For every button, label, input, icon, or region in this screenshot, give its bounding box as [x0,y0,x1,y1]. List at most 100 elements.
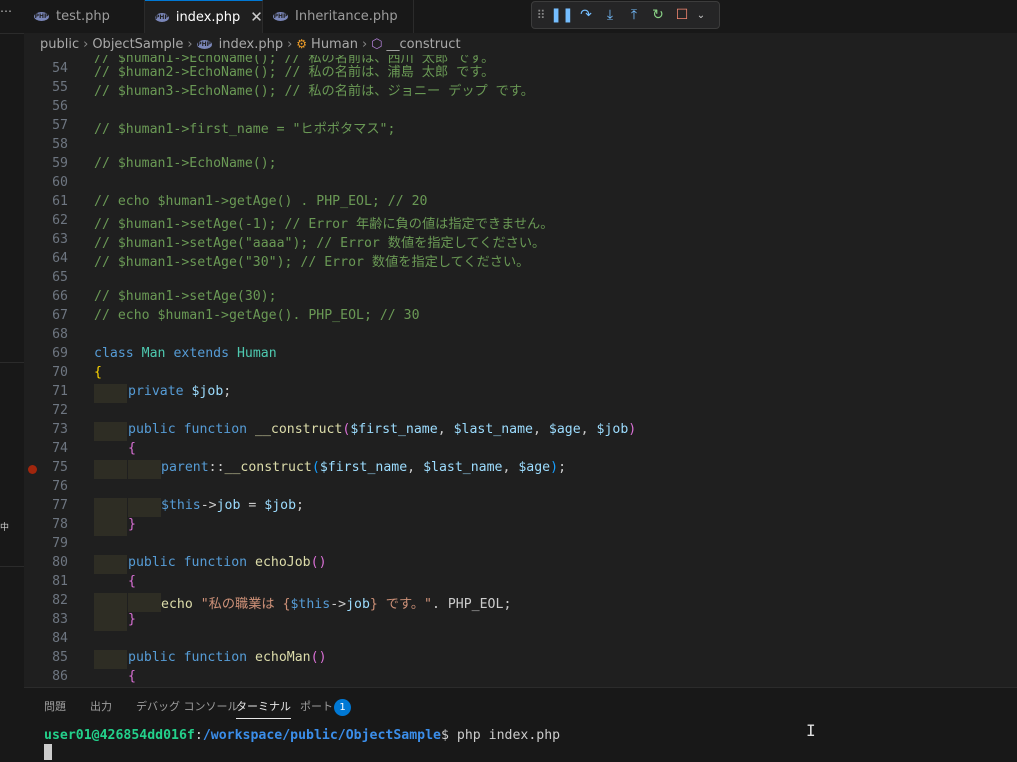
code-text: // $human1->setAge(-1); // Error 年齢に負の値は… [94,217,554,232]
indent-guide [128,593,161,612]
chevron-right-icon: › [361,36,368,52]
token-variable: $age [518,460,551,475]
terminal-prompt-line[interactable]: user01@426854dd016f:/workspace/public/Ob… [44,728,560,743]
chevron-down-icon[interactable]: ⌄ [694,3,708,27]
stop-icon[interactable]: ☐ [670,3,694,27]
code-line: 73 public function __construct($first_nam… [24,422,1017,441]
token-punct: -> [330,597,347,612]
code-line: 70 { [24,365,1017,384]
tab-problems[interactable]: 問題 [44,698,66,714]
terminal-command: php index.php [456,728,561,743]
token-variable: $job [596,422,629,437]
code-text: public function echoJob() [128,555,327,570]
token-keyword: extends [173,346,230,361]
class-symbol-icon: ⚙ [296,37,308,51]
code-line: 83} [24,612,1017,631]
token-brace: { [128,441,136,456]
code-line: 66 // $human1->setAge(30); [24,289,1017,308]
line-number: 82 [52,593,68,608]
indent-guide [128,460,161,479]
tab-ports[interactable]: ポート [300,698,333,714]
breadcrumb-method[interactable]: __construct [387,37,461,52]
line-number: 85 [52,650,68,665]
token-keyword: public function [128,555,248,570]
close-icon[interactable]: ✕ [250,8,263,26]
method-cube-icon: ⬡ [371,36,383,52]
line-number: 58 [52,137,68,152]
tab-output[interactable]: 出力 [90,698,112,714]
token-punct: , [532,422,549,437]
line-number: 77 [52,498,68,513]
token-keyword: private [128,384,184,399]
code-line: 68 [24,327,1017,346]
code-line: 75 parent::__construct($first_name, $last… [24,460,1017,479]
code-line: 80 public function echoJob() [24,555,1017,574]
line-number: 70 [52,365,68,380]
token-paren: () [310,555,327,570]
token-variable: $job [191,384,224,399]
code-line: 57 // $human1->first_name = "ヒポポタマス"; [24,118,1017,137]
line-number: 55 [52,80,68,95]
code-line: 61 // echo $human1->getAge() . PHP_EOL; /… [24,194,1017,213]
code-text: public function __construct($first_name,… [128,422,636,437]
pause-icon[interactable]: ❚❚ [550,3,574,27]
tab-debug-console[interactable]: デバッグ コンソール [136,698,239,714]
token-class-name: Man [141,346,166,361]
breadcrumb-folder[interactable]: ObjectSample [92,37,183,52]
code-text: // echo $human1->getAge(). PHP_EOL; // 3… [94,308,420,323]
token-punct: ; [223,384,232,399]
code-line: 72 [24,403,1017,422]
restart-icon[interactable]: ↻ [646,3,670,27]
code-line: 55 // $human3->EchoName(); // 私の名前は、ジョニー … [24,80,1017,99]
bottom-panel: 問題 出力 デバッグ コンソール ターミナル ポート 1 user01@4268… [24,687,1017,762]
tab-label: index.php [175,9,241,25]
line-number: 65 [52,270,68,285]
text-cursor-icon: I [806,721,816,740]
tab-terminal[interactable]: ターミナル [236,698,291,719]
line-number: 66 [52,289,68,304]
code-text: public function echoMan() [128,650,327,665]
code-editor[interactable]: // $human1->EchoName(); // 私の名前は、西川 太郎 で… [24,55,1017,687]
php-file-icon: PHP [273,12,288,21]
breadcrumb-class[interactable]: Human [311,37,358,52]
indent-guide [94,517,127,536]
code-text: // $human1->EchoName(); [94,156,277,171]
breadcrumb-file[interactable]: index.php [219,37,283,52]
token-brace: { [128,574,136,589]
token-keyword: parent [161,460,209,475]
debug-toolbar: ⠿ ❚❚ ↷ ⤓ ⤒ ↻ ☐ ⌄ [531,1,720,29]
step-out-icon[interactable]: ⤒ [622,3,646,27]
token-class-name: Human [236,346,277,361]
line-number: 81 [52,574,68,589]
step-over-icon[interactable]: ↷ [574,3,598,27]
indent-guide [128,498,161,517]
token-string: "私の職業は { [200,597,291,612]
indent-guide [94,498,127,517]
chevron-right-icon: › [83,36,89,52]
line-number: 61 [52,194,68,209]
step-into-icon[interactable]: ⤓ [598,3,622,27]
token-keyword: $this [290,597,331,612]
tab-test-php[interactable]: PHP test.php [24,0,145,33]
token-variable: $last_name [453,422,533,437]
code-line: 60 [24,175,1017,194]
terminal-prompt: $ [441,728,457,743]
tab-inheritance-php[interactable]: PHP Inheritance.php [263,0,414,33]
more-icon[interactable]: ⋯ [0,4,12,18]
chevron-right-icon: › [187,36,193,52]
grip-icon[interactable]: ⠿ [532,3,550,27]
token-keyword: echo [161,597,193,612]
code-line: 65 [24,270,1017,289]
line-number: 74 [52,441,68,456]
chevron-right-icon: › [287,36,293,52]
code-text: // echo $human1->getAge() . PHP_EOL; // … [94,194,428,209]
token-paren: ) [550,460,559,475]
indent-guide [94,555,127,574]
line-number: 72 [52,403,68,418]
line-number: 60 [52,175,68,190]
token-string: } です。" [369,597,432,612]
breadcrumb-folder[interactable]: public [40,37,79,52]
tab-index-php[interactable]: PHP index.php ✕ [145,0,263,33]
token-punct: -> [200,498,217,513]
line-number: 62 [52,213,68,228]
